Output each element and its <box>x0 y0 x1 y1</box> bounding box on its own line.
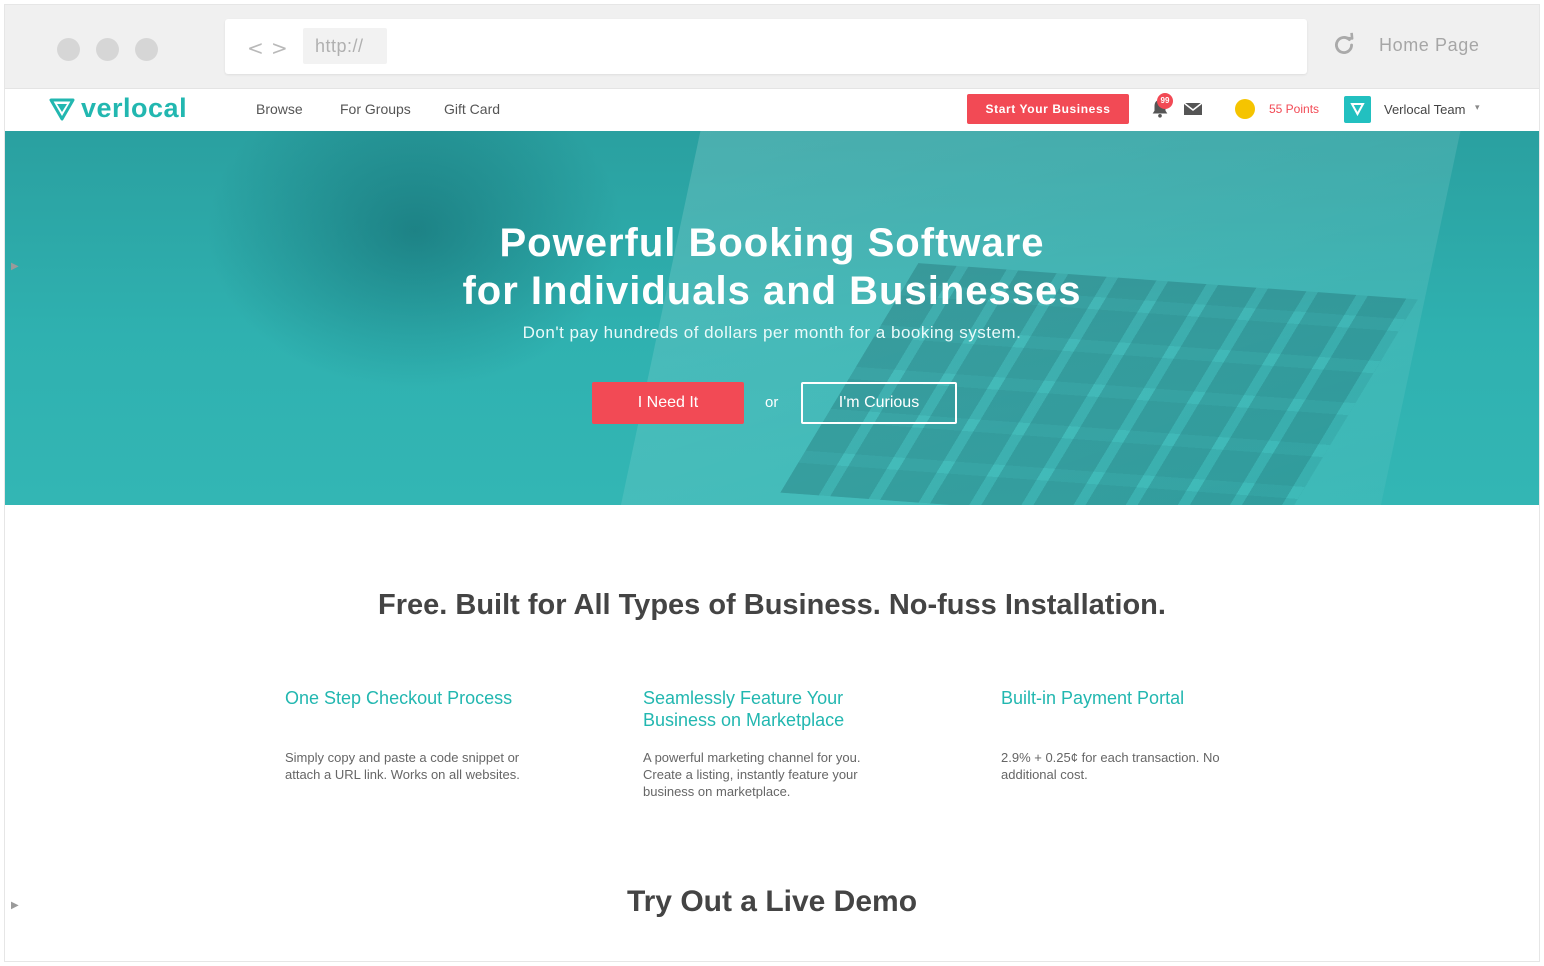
im-curious-button[interactable]: I'm Curious <box>801 382 957 424</box>
address-bar: < > http:// <box>225 19 1307 74</box>
nav-browse[interactable]: Browse <box>256 101 303 117</box>
window-minimize-dot[interactable] <box>96 38 119 61</box>
i-need-it-button[interactable]: I Need It <box>592 382 744 424</box>
feature-description: 2.9% + 0.25¢ for each transaction. No ad… <box>1001 750 1220 782</box>
features-heading: Free. Built for All Types of Business. N… <box>378 589 1166 621</box>
logo-text: verlocal <box>81 93 188 123</box>
feature-description: Simply copy and paste a code snippet or … <box>285 750 520 782</box>
nav-for-groups[interactable]: For Groups <box>340 101 411 117</box>
notification-badge: 99 <box>1157 93 1173 109</box>
hero-subtitle: Don't pay hundreds of dollars per month … <box>522 323 1022 342</box>
feature-title: One Step Checkout Process <box>285 688 513 708</box>
hero-title-line1: Powerful Booking Software <box>499 221 1045 265</box>
points-count[interactable]: 55 Points <box>1269 102 1319 116</box>
reload-icon[interactable] <box>1331 32 1357 58</box>
feature-description: A powerful marketing channel for you. Cr… <box>643 750 861 799</box>
hero-banner: Powerful Booking Software for Individual… <box>5 131 1539 505</box>
logo[interactable]: verlocal <box>49 93 187 124</box>
url-input[interactable]: http:// <box>303 28 387 64</box>
side-arrow-icon: ▶ <box>11 261 19 272</box>
feature-title: Seamlessly Feature Your Business on Mark… <box>643 688 845 730</box>
start-your-business-button[interactable]: Start Your Business <box>967 94 1129 124</box>
home-page-label[interactable]: Home Page <box>1379 35 1479 56</box>
site-header: verlocal Browse For Groups Gift Card Sta… <box>5 89 1539 131</box>
window-close-dot[interactable] <box>57 38 80 61</box>
forward-arrow-icon[interactable]: > <box>271 36 288 60</box>
mail-icon[interactable] <box>1183 101 1203 117</box>
feature-checkout: One Step Checkout Process Simply copy an… <box>285 687 545 782</box>
coin-icon <box>1235 99 1255 119</box>
feature-payment: Built-in Payment Portal 2.9% + 0.25¢ for… <box>1001 687 1261 782</box>
browser-window: < > http:// Home Page verlocal Browse Fo… <box>4 4 1540 962</box>
side-arrow-icon: ▶ <box>11 900 19 911</box>
or-text: or <box>765 394 779 411</box>
feature-marketplace: Seamlessly Feature Your Business on Mark… <box>643 687 903 799</box>
window-maximize-dot[interactable] <box>135 38 158 61</box>
back-arrow-icon[interactable]: < <box>247 36 264 60</box>
live-demo-heading: Try Out a Live Demo <box>626 885 918 918</box>
user-name[interactable]: Verlocal Team <box>1384 102 1465 117</box>
avatar-icon[interactable] <box>1344 96 1371 123</box>
logo-icon <box>49 98 75 120</box>
feature-title: Built-in Payment Portal <box>1001 688 1185 708</box>
caret-down-icon[interactable]: ▾ <box>1475 102 1480 113</box>
browser-toolbar: < > http:// Home Page <box>5 5 1539 89</box>
hero-title-line2: for Individuals and Businesses <box>462 269 1082 313</box>
nav-gift-card[interactable]: Gift Card <box>444 101 500 117</box>
